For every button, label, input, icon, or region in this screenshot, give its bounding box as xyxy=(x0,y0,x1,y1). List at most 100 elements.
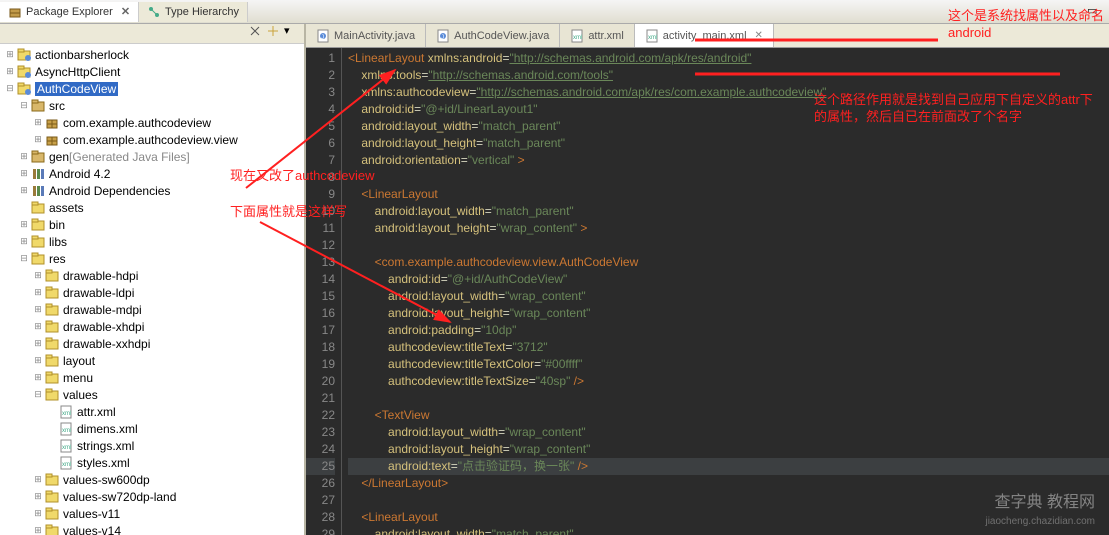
code-line[interactable]: android:layout_height="wrap_content" xyxy=(348,305,1109,322)
minimize-icon[interactable]: ▭ xyxy=(1087,4,1103,20)
editor-tab[interactable]: xmlattr.xml xyxy=(560,24,634,47)
tree-node[interactable]: ⊞libs xyxy=(4,233,304,250)
code-line[interactable]: android:id="@+id/LinearLayout1" xyxy=(348,101,1109,118)
twisty-icon[interactable]: ⊟ xyxy=(4,83,16,94)
tree-node[interactable]: ⊞drawable-xxhdpi xyxy=(4,335,304,352)
code-line[interactable]: android:layout_width="match_parent" xyxy=(348,203,1109,220)
tree-node[interactable]: ⊞Android 4.2 xyxy=(4,165,304,182)
editor-tab-label: MainActivity.java xyxy=(334,30,415,42)
twisty-icon[interactable]: ⊞ xyxy=(32,270,44,281)
collapse-icon[interactable] xyxy=(248,24,264,40)
tree-node[interactable]: xmlstrings.xml xyxy=(4,437,304,454)
line-number: 29 xyxy=(306,526,335,535)
tree-node[interactable]: ⊞drawable-xhdpi xyxy=(4,318,304,335)
folder-icon xyxy=(44,524,60,535)
twisty-icon[interactable]: ⊞ xyxy=(32,134,44,145)
tree-node[interactable]: ⊞menu xyxy=(4,369,304,386)
twisty-icon[interactable]: ⊞ xyxy=(32,372,44,383)
code-line[interactable]: authcodeview:titleTextColor="#00ffff" xyxy=(348,356,1109,373)
code-line[interactable] xyxy=(348,390,1109,407)
tree-node[interactable]: ⊟values xyxy=(4,386,304,403)
line-number: 15 xyxy=(306,288,335,305)
tree-node[interactable]: ⊟AuthCodeView xyxy=(4,80,304,97)
twisty-icon[interactable]: ⊞ xyxy=(32,474,44,485)
code-line[interactable]: <LinearLayout xmlns:android="http://sche… xyxy=(348,50,1109,67)
tree-node[interactable]: ⊟res xyxy=(4,250,304,267)
code-line[interactable]: <LinearLayout xyxy=(348,186,1109,203)
code-line[interactable]: <com.example.authcodeview.view.AuthCodeV… xyxy=(348,254,1109,271)
twisty-icon[interactable]: ⊞ xyxy=(32,355,44,366)
twisty-icon[interactable]: ⊞ xyxy=(18,168,30,179)
twisty-icon[interactable]: ⊞ xyxy=(32,491,44,502)
tab-package-explorer[interactable]: Package Explorer ✕ xyxy=(0,2,139,22)
code-line[interactable]: android:layout_width="wrap_content" xyxy=(348,288,1109,305)
twisty-icon[interactable]: ⊞ xyxy=(32,287,44,298)
code-line[interactable]: authcodeview:titleText="3712" xyxy=(348,339,1109,356)
tree-node[interactable]: ⊞gen [Generated Java Files] xyxy=(4,148,304,165)
close-icon[interactable]: ✕ xyxy=(751,30,763,41)
tree-node[interactable]: ⊞Android Dependencies xyxy=(4,182,304,199)
tree-node[interactable]: ⊞values-v11 xyxy=(4,505,304,522)
tree-node[interactable]: ⊞bin xyxy=(4,216,304,233)
tree-node[interactable]: xmlattr.xml xyxy=(4,403,304,420)
code-line[interactable]: android:layout_height="match_parent" xyxy=(348,135,1109,152)
code-line[interactable]: xmlns:tools="http://schemas.android.com/… xyxy=(348,67,1109,84)
code-editor[interactable]: 1234567891011121314151617181920212223242… xyxy=(306,48,1109,535)
code-line[interactable] xyxy=(348,237,1109,254)
twisty-icon[interactable]: ⊞ xyxy=(18,219,30,230)
twisty-icon[interactable]: ⊟ xyxy=(32,389,44,400)
code-body[interactable]: <LinearLayout xmlns:android="http://sche… xyxy=(342,48,1109,535)
code-line[interactable]: android:layout_height="wrap_content" xyxy=(348,441,1109,458)
code-line[interactable] xyxy=(348,169,1109,186)
tree-node[interactable]: ⊞ values-sw600dp xyxy=(4,471,304,488)
tree-node[interactable]: ⊞AsyncHttpClient xyxy=(4,63,304,80)
tree-label: values-sw600dp xyxy=(63,473,150,487)
twisty-icon[interactable]: ⊟ xyxy=(18,100,30,111)
editor-tab[interactable]: xmlactivity_main.xml✕ xyxy=(635,24,774,47)
tree-node[interactable]: ⊟src xyxy=(4,97,304,114)
code-line[interactable]: android:layout_height="wrap_content" > xyxy=(348,220,1109,237)
twisty-icon[interactable]: ⊞ xyxy=(4,66,16,77)
tree-node[interactable]: ⊞drawable-hdpi xyxy=(4,267,304,284)
twisty-icon[interactable]: ⊞ xyxy=(32,525,44,535)
twisty-icon[interactable]: ⊞ xyxy=(18,236,30,247)
code-line[interactable]: android:orientation="vertical" > xyxy=(348,152,1109,169)
code-line[interactable]: </LinearLayout> xyxy=(348,475,1109,492)
menu-icon[interactable]: ▾ xyxy=(284,24,300,40)
twisty-icon[interactable]: ⊞ xyxy=(32,117,44,128)
tree-node[interactable]: assets xyxy=(4,199,304,216)
code-line[interactable]: android:layout_width="wrap_content" xyxy=(348,424,1109,441)
project-tree[interactable]: ⊞actionbarsherlock⊞AsyncHttpClient⊟AuthC… xyxy=(0,44,304,535)
close-icon[interactable]: ✕ xyxy=(117,5,130,18)
twisty-icon[interactable]: ⊟ xyxy=(18,253,30,264)
twisty-icon[interactable]: ⊞ xyxy=(32,508,44,519)
tree-node[interactable]: ⊞layout xyxy=(4,352,304,369)
editor-tab[interactable]: JMainActivity.java xyxy=(306,24,426,47)
line-gutter: 1234567891011121314151617181920212223242… xyxy=(306,48,342,535)
tree-node[interactable]: ⊞values-v14 xyxy=(4,522,304,535)
tree-node[interactable]: ⊞actionbarsherlock xyxy=(4,46,304,63)
tree-node[interactable]: ⊞drawable-mdpi xyxy=(4,301,304,318)
code-line[interactable]: <TextView xyxy=(348,407,1109,424)
tree-node[interactable]: ⊞com.example.authcodeview.view xyxy=(4,131,304,148)
twisty-icon[interactable]: ⊞ xyxy=(18,151,30,162)
twisty-icon[interactable]: ⊞ xyxy=(32,304,44,315)
twisty-icon[interactable]: ⊞ xyxy=(18,185,30,196)
code-line[interactable]: android:text="点击验证码，换一张" /> xyxy=(348,458,1109,475)
tree-node[interactable]: xmlstyles.xml xyxy=(4,454,304,471)
code-line[interactable]: android:id="@+id/AuthCodeView" xyxy=(348,271,1109,288)
twisty-icon[interactable]: ⊞ xyxy=(4,49,16,60)
twisty-icon[interactable]: ⊞ xyxy=(32,321,44,332)
code-line[interactable]: xmlns:authcodeview="http://schemas.andro… xyxy=(348,84,1109,101)
tree-node[interactable]: xmldimens.xml xyxy=(4,420,304,437)
code-line[interactable]: android:layout_width="match_parent" xyxy=(348,118,1109,135)
link-icon[interactable] xyxy=(266,24,282,40)
twisty-icon[interactable]: ⊞ xyxy=(32,338,44,349)
editor-tab[interactable]: JAuthCodeView.java xyxy=(426,24,560,47)
tree-node[interactable]: ⊞drawable-ldpi xyxy=(4,284,304,301)
code-line[interactable]: authcodeview:titleTextSize="40sp" /> xyxy=(348,373,1109,390)
tree-node[interactable]: ⊞values-sw720dp-land xyxy=(4,488,304,505)
code-line[interactable]: android:padding="10dp" xyxy=(348,322,1109,339)
tab-type-hierarchy[interactable]: Type Hierarchy xyxy=(139,2,248,22)
tree-node[interactable]: ⊞com.example.authcodeview xyxy=(4,114,304,131)
